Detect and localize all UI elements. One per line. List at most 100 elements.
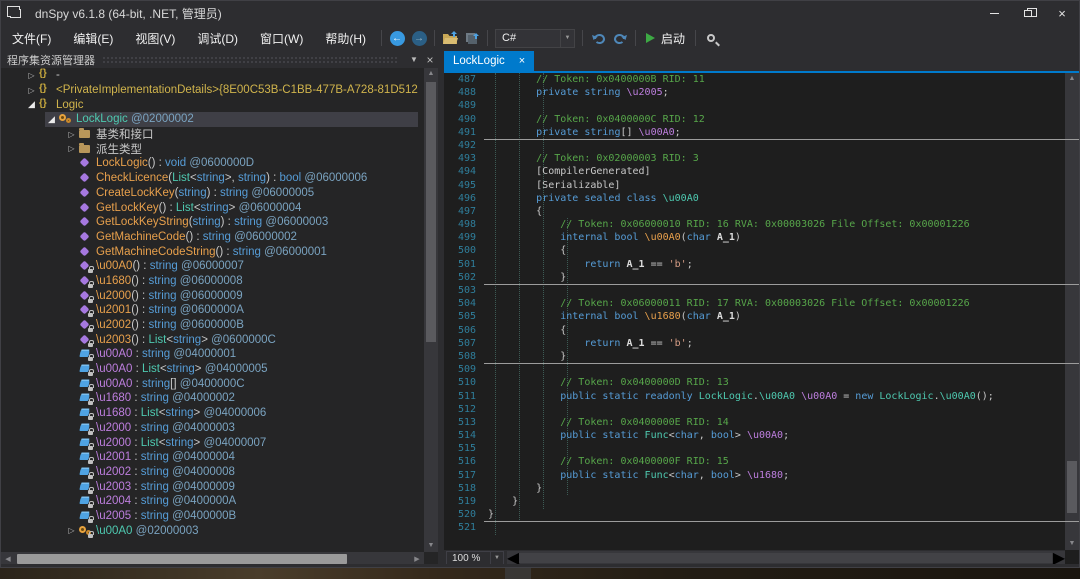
tree-item[interactable]: \u2001() : string @0600000A [1,303,424,318]
tree-item[interactable]: \u2004 : string @0400000A [1,494,424,509]
scrollbar-thumb[interactable] [17,554,347,564]
code-line[interactable]: 515 [444,442,1079,455]
tree-item[interactable]: \u2005 : string @0400000B [1,509,424,524]
start-button[interactable]: 启动 [640,30,691,47]
expand-arrow-icon[interactable]: ▷ [65,526,78,535]
menu-item[interactable]: 帮助(H) [316,26,375,51]
tree-item[interactable]: \u00A0() : string @06000007 [1,259,424,274]
code-line[interactable]: 493 // Token: 0x02000003 RID: 3 [444,152,1079,165]
tree-vertical-scrollbar[interactable]: ▲ ▼ [424,68,438,552]
tree-item[interactable]: \u2000 : string @04000003 [1,421,424,436]
code-line[interactable]: 506 { [444,324,1079,337]
code-line[interactable]: 498 // Token: 0x06000010 RID: 16 RVA: 0x… [444,218,1079,231]
expand-arrow-icon[interactable]: ▷ [65,130,78,139]
tree-item[interactable]: GetMachineCode() : string @06000002 [1,230,424,245]
tree-item[interactable]: \u2000() : string @06000009 [1,288,424,303]
code-line[interactable]: 507 return A_1 == 'b'; [444,337,1079,350]
code-line[interactable]: 505 internal bool \u1680(char A_1) [444,310,1079,323]
collapse-arrow-icon[interactable]: ◢ [25,99,38,110]
code-line[interactable]: 511 public static readonly LockLogic.\u0… [444,390,1079,403]
tree-item[interactable]: ◢LockLogic @02000002 [1,112,424,127]
code-line[interactable]: 495 [Serializable] [444,179,1079,192]
tab-locklogic[interactable]: LockLogic × [444,51,534,71]
scroll-up-icon[interactable]: ▲ [424,68,438,80]
code-line[interactable]: 509 [444,363,1079,376]
menu-item[interactable]: 调试(D) [188,26,247,51]
code-line[interactable]: 512 [444,403,1079,416]
code-line[interactable]: 489 [444,99,1079,112]
code-line[interactable]: 497 { [444,205,1079,218]
tree-item[interactable]: \u2002 : string @04000008 [1,465,424,480]
undo-button[interactable] [587,27,609,49]
code-line[interactable]: 501 return A_1 == 'b'; [444,258,1079,271]
tree-item[interactable]: CheckLicence(List<string>, string) : boo… [1,171,424,186]
code-line[interactable]: 519 } [444,495,1079,508]
tab-close-icon[interactable]: × [519,55,525,67]
tree-item[interactable]: ▷\u00A0 @02000003 [1,523,424,538]
tree-item[interactable]: \u1680() : string @06000008 [1,274,424,289]
zoom-select[interactable]: 100 % ▼ [446,551,504,565]
code-line[interactable]: 494 [CompilerGenerated] [444,165,1079,178]
tree-item[interactable]: \u00A0 : string @04000001 [1,347,424,362]
tree-item[interactable]: \u00A0 : string[] @0400000C [1,376,424,391]
code-line[interactable]: 518 } [444,482,1079,495]
code-line[interactable]: 502 } [444,271,1079,284]
code-line[interactable]: 510 // Token: 0x0400000D RID: 13 [444,376,1079,389]
navigate-back-button[interactable]: ← [386,27,408,49]
code-line[interactable]: 514 public static Func<char, bool> \u00A… [444,429,1079,442]
tree-item[interactable]: \u2003 : string @04000009 [1,479,424,494]
code-line[interactable]: 503 [444,284,1079,297]
code-line[interactable]: 496 private sealed class \u00A0 [444,192,1079,205]
menu-item[interactable]: 文件(F) [3,26,60,51]
code-line[interactable]: 521 [444,521,1079,534]
tree-item[interactable]: \u00A0 : List<string> @04000005 [1,362,424,377]
code-line[interactable]: 491 private string[] \u00A0; [444,126,1079,139]
tree-item[interactable]: ▷<PrivateImplementationDetails>{8E00C53B… [1,83,424,98]
code-line[interactable]: 513 // Token: 0x0400000E RID: 14 [444,416,1079,429]
scroll-down-icon[interactable]: ▼ [1065,538,1079,550]
tree-item[interactable]: \u2000 : List<string> @04000007 [1,435,424,450]
redo-button[interactable] [609,27,631,49]
search-button[interactable] [700,27,722,49]
expand-arrow-icon[interactable]: ▷ [65,144,78,153]
tree-item[interactable]: ◢Logic [1,97,424,112]
tree-item[interactable]: ▷派生类型 [1,141,424,156]
code-line[interactable]: 492 [444,139,1079,152]
expand-arrow-icon[interactable]: ▷ [25,86,38,95]
editor-horizontal-scrollbar[interactable]: ◀ ▶ [507,551,1065,565]
code-line[interactable]: 499 internal bool \u00A0(char A_1) [444,231,1079,244]
menu-item[interactable]: 视图(V) [126,26,184,51]
close-button[interactable]: × [1045,1,1079,25]
tree-item[interactable]: \u2002() : string @0600000B [1,318,424,333]
code-line[interactable]: 520} [444,508,1079,521]
tree-item[interactable]: \u2003() : List<string> @0600000C [1,332,424,347]
code-line[interactable]: 490 // Token: 0x0400000C RID: 12 [444,113,1079,126]
menu-item[interactable]: 窗口(W) [251,26,312,51]
tree-item[interactable]: CreateLockKey(string) : string @06000005 [1,186,424,201]
tree-item[interactable]: GetLockKey() : List<string> @06000004 [1,200,424,215]
code-line[interactable]: 488 private string \u2005; [444,86,1079,99]
code-line[interactable]: 508 } [444,350,1079,363]
menu-item[interactable]: 编辑(E) [64,26,122,51]
code-line[interactable]: 516 // Token: 0x0400000F RID: 15 [444,455,1079,468]
tree-item[interactable]: GetMachineCodeString() : string @0600000… [1,244,424,259]
code-line[interactable]: 500 { [444,244,1079,257]
scrollbar-thumb[interactable] [519,553,1052,563]
scroll-down-icon[interactable]: ▼ [424,540,438,552]
scroll-right-icon[interactable]: ▶ [410,555,424,563]
minimize-button[interactable] [977,1,1011,25]
save-all-button[interactable] [461,27,483,49]
tree-item[interactable]: \u1680 : string @04000002 [1,391,424,406]
tree-item[interactable]: ▷基类和接口 [1,127,424,142]
restore-button[interactable] [1011,1,1045,25]
scrollbar-thumb[interactable] [426,82,436,342]
navigate-forward-button[interactable]: → [408,27,430,49]
tree-item[interactable]: ▷- [1,68,424,83]
code-line[interactable]: 487 // Token: 0x0400000B RID: 11 [444,73,1079,86]
expand-arrow-icon[interactable]: ▷ [25,71,38,80]
code-line[interactable]: 517 public static Func<char, bool> \u168… [444,469,1079,482]
tree-item[interactable]: \u1680 : List<string> @04000006 [1,406,424,421]
language-select[interactable]: C# ▼ [495,29,575,48]
tree-item[interactable]: GetLockKeyString(string) : string @06000… [1,215,424,230]
collapse-arrow-icon[interactable]: ◢ [45,114,58,125]
